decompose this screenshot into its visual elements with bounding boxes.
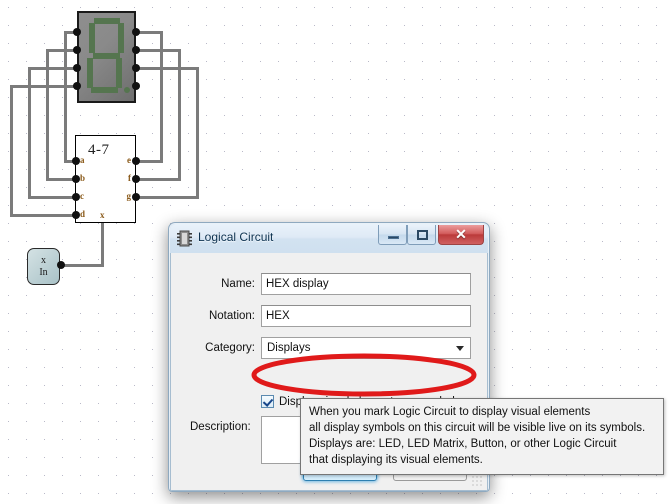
segment-e-icon (87, 58, 93, 88)
decoder-pin[interactable] (72, 211, 80, 219)
minimize-button[interactable] (378, 225, 407, 245)
decoder-port-x: x (100, 210, 105, 220)
wire-segment (10, 214, 78, 217)
decoder-port-c: c (80, 191, 84, 201)
decoder-pin[interactable] (132, 157, 140, 165)
category-selected-value: Displays (267, 342, 311, 354)
decoder-port-g: g (126, 191, 132, 201)
display-pin[interactable] (132, 28, 140, 36)
category-dropdown[interactable]: Displays (261, 337, 471, 359)
wire-segment (60, 264, 104, 267)
wire-segment (196, 67, 199, 198)
name-label: Name: (221, 278, 255, 290)
segment-b-icon (118, 23, 124, 53)
notation-input[interactable] (261, 305, 471, 327)
minimize-icon (388, 236, 399, 239)
chip-icon (177, 230, 192, 247)
wire-segment (10, 85, 13, 216)
close-icon: ✕ (455, 226, 467, 242)
decoder-pin[interactable] (132, 175, 140, 183)
tooltip-line: Displays are: LED, LED Matrix, Button, o… (309, 438, 617, 450)
input-pin-connector[interactable] (57, 261, 65, 269)
input-pin-label-x: x (41, 255, 46, 266)
close-button[interactable]: ✕ (438, 225, 484, 245)
decoder-port-f: f (128, 173, 131, 183)
segment-a-icon (94, 18, 120, 24)
maximize-button[interactable] (407, 225, 436, 245)
decoder-port-a: a (80, 155, 85, 165)
wire-segment (135, 67, 199, 70)
field-row-notation: Notation: (171, 305, 487, 329)
decoder-pin[interactable] (132, 193, 140, 201)
checkbox-icon[interactable] (261, 395, 274, 408)
notation-label: Notation: (208, 310, 255, 322)
wire-segment (134, 178, 181, 181)
decoder-port-b: b (80, 173, 86, 183)
wire-segment (101, 221, 104, 266)
resize-grip[interactable] (472, 476, 484, 488)
decoder-pin[interactable] (72, 193, 80, 201)
field-row-name: Name: (171, 273, 487, 297)
decoder-port-e: e (127, 155, 131, 165)
decoder-port-d: d (80, 209, 86, 219)
field-row-category: Category: Displays (171, 337, 487, 361)
segment-c-icon (116, 58, 122, 88)
tooltip-line: all display symbols on this circuit will… (309, 422, 646, 434)
maximize-icon (417, 230, 428, 240)
description-label: Description: (190, 421, 251, 433)
decoder-4-7-block[interactable]: 4-7 a b c d e f g x (75, 135, 136, 223)
tooltip-line: that displaying its visual elements. (309, 454, 483, 466)
display-pin[interactable] (73, 82, 81, 90)
app-root: 4-7 a b c d e f g x x In Logical Circuit… (0, 0, 669, 504)
display-pin[interactable] (132, 64, 140, 72)
decoder-pin[interactable] (72, 175, 80, 183)
tooltip-popup: When you mark Logic Circuit to display v… (300, 398, 664, 475)
wire-segment (135, 49, 181, 52)
seven-segment-display[interactable] (77, 11, 136, 103)
wire-segment (28, 196, 78, 199)
display-pin[interactable] (73, 64, 81, 72)
display-pin[interactable] (73, 46, 81, 54)
segment-f-icon (89, 23, 95, 53)
chevron-down-icon (456, 346, 464, 351)
input-pin-label-in: In (39, 267, 48, 278)
wire-segment (134, 196, 199, 199)
category-label: Category: (205, 342, 255, 354)
decoder-title: 4-7 (88, 142, 110, 158)
display-pin[interactable] (132, 82, 140, 90)
display-pin[interactable] (73, 28, 81, 36)
input-pin-x[interactable]: x In (27, 248, 60, 285)
display-pin[interactable] (132, 46, 140, 54)
decoder-pin[interactable] (72, 157, 80, 165)
segment-d-icon (91, 87, 118, 93)
segment-dp-icon (124, 87, 130, 93)
tooltip-line: When you mark Logic Circuit to display v… (309, 406, 591, 418)
dialog-title: Logical Circuit (198, 230, 274, 244)
name-input[interactable] (261, 273, 471, 295)
wire-segment (10, 85, 80, 88)
dialog-titlebar[interactable]: Logical Circuit ✕ (170, 224, 488, 253)
